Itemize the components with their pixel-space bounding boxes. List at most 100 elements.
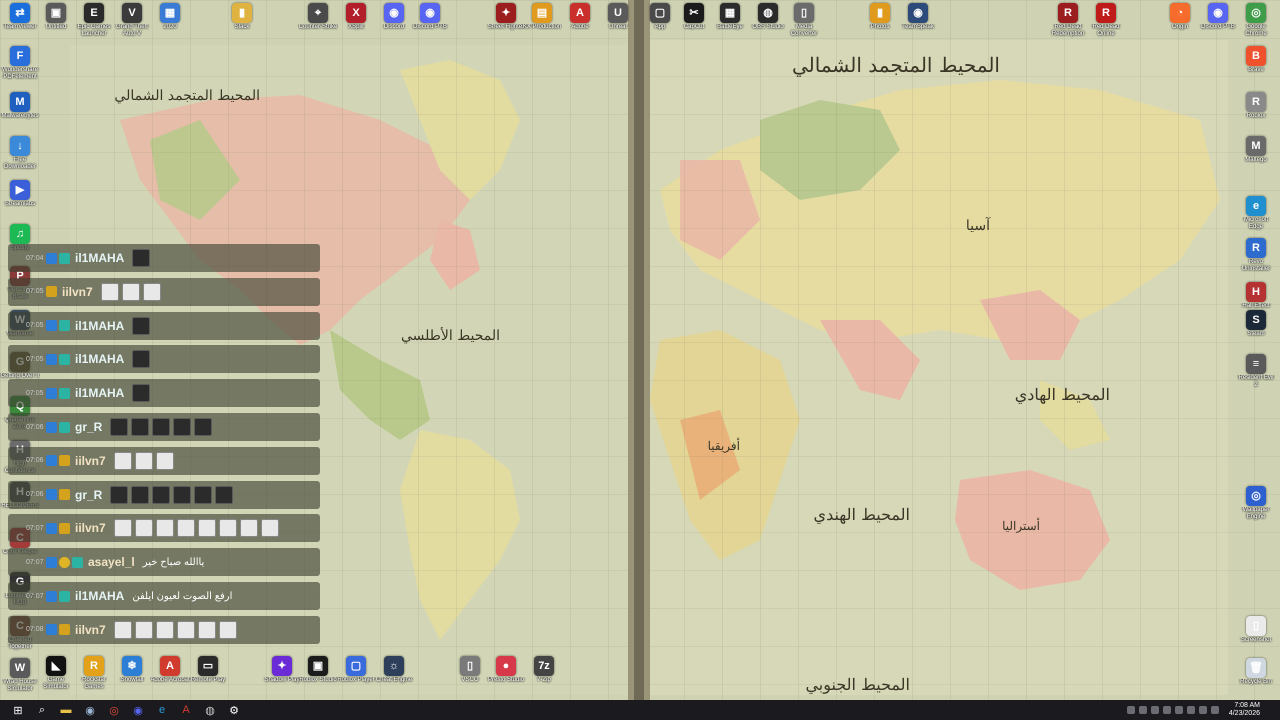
adobe-taskbar-icon[interactable]: A xyxy=(177,703,195,717)
desktop-icon[interactable]: ▯ Media Converter xyxy=(784,3,824,38)
desktop-icon[interactable]: ◉ Discord xyxy=(374,3,414,31)
desktop-icon[interactable]: ▯ Screenshot xyxy=(1236,616,1276,644)
desktop-icon[interactable]: R Red Dead Online xyxy=(1086,3,1126,38)
desktop-icon[interactable]: ❄ Snowfall xyxy=(112,656,152,684)
chat-username[interactable]: iilvn7 xyxy=(75,521,106,535)
volume-icon[interactable] xyxy=(1210,706,1219,714)
desktop-icon[interactable]: R Roblox xyxy=(1236,92,1276,120)
desktop-icon[interactable]: ▣ Untitled xyxy=(36,3,76,31)
chat-badge-icon xyxy=(46,489,57,501)
desktop-icon[interactable]: ✦ Street Fighter xyxy=(486,3,526,31)
desktop-icon[interactable]: ↓ Free Downloader xyxy=(0,136,40,171)
desktop-icon[interactable]: ◉ TeamSpeak xyxy=(898,3,938,31)
obs-taskbar-icon[interactable]: ◍ xyxy=(201,703,219,717)
desktop-icon[interactable]: M Malwarebytes xyxy=(0,92,40,120)
desktop-icon[interactable]: ▯ VSCO xyxy=(450,656,490,684)
search-icon[interactable]: ⌕ xyxy=(33,703,51,717)
chat-username[interactable]: il1MAHA xyxy=(75,319,124,333)
desktop-icon[interactable]: M Maltego xyxy=(1236,136,1276,164)
map-title-atlantic: المحيط الأطلسي xyxy=(401,326,500,344)
steam-taskbar-icon[interactable]: ◉ xyxy=(81,703,99,717)
start-button[interactable]: ⊞ xyxy=(9,703,27,717)
chat-username[interactable]: il1MAHA xyxy=(75,589,124,603)
desktop-icon[interactable]: U Unreal xyxy=(598,3,638,31)
chat-username[interactable]: iilvn7 xyxy=(75,623,106,637)
edge-taskbar-icon[interactable]: e xyxy=(153,703,171,717)
desktop-icon[interactable]: ◍ OBS Studio xyxy=(748,3,788,31)
taskbar-apps: ⊞ ⌕ ▬ ◉ ◎ ◉ e A ◍ ⚙ xyxy=(6,703,246,717)
chat-timestamp: 07:06 xyxy=(26,423,44,431)
desktop-icon[interactable]: ✂ CapCut xyxy=(674,3,714,31)
desktop-icon[interactable]: ◎ Wallpaper Engine xyxy=(1236,486,1276,521)
desktop-icon[interactable]: S Steam xyxy=(1236,310,1276,338)
chat-username[interactable]: il1MAHA xyxy=(75,352,124,366)
desktop-icon[interactable]: ◔ Origin xyxy=(1160,3,1200,31)
shield-icon[interactable] xyxy=(1138,706,1147,714)
chat-emote-icon xyxy=(155,451,174,470)
chat-username[interactable]: il1MAHA xyxy=(75,386,124,400)
desktop-icon[interactable]: 7z 7-Zip xyxy=(524,656,564,684)
desktop-icon[interactable]: A Adobe xyxy=(560,3,600,31)
desktop-icon[interactable]: ⌖ Counter-Strike xyxy=(298,3,338,31)
desktop-icon[interactable]: ▶ Streamlabs xyxy=(0,180,40,208)
network-icon[interactable] xyxy=(1126,706,1135,714)
desktop-icon[interactable]: R Revo Uninstaller xyxy=(1236,238,1276,273)
app-icon: R xyxy=(1058,3,1078,23)
discord-taskbar-icon[interactable]: ◉ xyxy=(129,703,147,717)
chat-username[interactable]: il1MAHA xyxy=(75,251,124,265)
desktop-icon[interactable]: ▮ Photos xyxy=(860,3,900,31)
desktop-icon[interactable]: ⇄ TeamViewer xyxy=(0,3,40,31)
desktop-icon[interactable]: ▦ BattleEye xyxy=(710,3,750,31)
chat-username[interactable]: gr_R xyxy=(75,488,102,502)
desktop-icon[interactable]: A Adobe Acrobat xyxy=(150,656,190,684)
desktop-icon[interactable]: ◎ Google Chrome xyxy=(1236,3,1276,38)
desktop-icon[interactable]: ✦ Shadow Play xyxy=(262,656,302,684)
desktop-icon[interactable]: V Grand Theft Auto V xyxy=(112,3,152,38)
desktop-icon[interactable]: ● Presto Studio xyxy=(486,656,526,684)
app-icon: M xyxy=(1246,136,1266,156)
chat-username[interactable]: iilvn7 xyxy=(75,454,106,468)
desktop-icon[interactable]: X XSplit xyxy=(336,3,376,31)
desktop-icon[interactable]: W Wrap House Simulator xyxy=(0,658,40,693)
desktop-icon[interactable]: R Rockstar Games xyxy=(74,656,114,691)
settings-taskbar-icon[interactable]: ⚙ xyxy=(225,703,243,717)
desktop-icon-label: Epic Games Launcher xyxy=(77,24,111,37)
chat-message: 07:05 il1MAHA xyxy=(8,345,320,374)
desktop-icon[interactable]: ◣ Game Simulator xyxy=(36,656,76,691)
desktop-icon[interactable]: ◉ Discord PTB xyxy=(410,3,450,31)
desktop-icon[interactable]: ▤ KX Production xyxy=(522,3,562,31)
desktop-icon-label: Google Chrome xyxy=(1245,24,1267,37)
chrome-taskbar-icon[interactable]: ◎ xyxy=(105,703,123,717)
desktop-icon[interactable]: ≡ Resident Evil 2 xyxy=(1236,354,1276,389)
desktop-icon[interactable]: ▮ Slack xyxy=(222,3,262,31)
chat-username[interactable]: iilvn7 xyxy=(62,285,93,299)
desktop-icon-label: OBS Studio xyxy=(752,24,784,30)
desktop-icon[interactable]: ▦ 2020 xyxy=(150,3,190,31)
file-explorer-icon[interactable]: ▬ xyxy=(57,703,75,717)
desktop-icon[interactable]: E Epic Games Launcher xyxy=(74,3,114,38)
wifi-icon[interactable] xyxy=(1186,706,1195,714)
cloud-icon[interactable] xyxy=(1150,706,1159,714)
chat-emote-icon xyxy=(218,519,237,538)
desktop-icon[interactable]: ◉ Discord PTB xyxy=(1198,3,1238,31)
printer-icon[interactable] xyxy=(1174,706,1183,714)
desktop-icon[interactable]: B Brave xyxy=(1236,46,1276,74)
desktop-icon[interactable]: ☼ Cheat Engine xyxy=(374,656,414,684)
desktop-icon-label: Grand Theft Auto V xyxy=(116,24,148,37)
desktop-icon[interactable]: H Hall Effect xyxy=(1236,282,1276,310)
chat-username[interactable]: asayel_l xyxy=(88,555,135,569)
desktop-icon[interactable]: F Wondershare PDFelement xyxy=(0,46,40,81)
battery-icon[interactable] xyxy=(1198,706,1207,714)
bluetooth-icon[interactable] xyxy=(1162,706,1171,714)
chat-username[interactable]: gr_R xyxy=(75,420,102,434)
desktop-icon-label: Red Dead Redemption xyxy=(1051,24,1085,37)
desktop-icon[interactable]: e Microsoft Edge xyxy=(1236,196,1276,231)
desktop-icon[interactable]: 🗑 Recycle Bin xyxy=(1236,658,1276,686)
desktop-icon[interactable]: ▢ Roblox Player xyxy=(336,656,376,684)
taskbar-clock[interactable]: 7:08 AM 4/23/2026 xyxy=(1229,702,1260,718)
desktop-icon[interactable]: R Red Dead Redemption xyxy=(1048,3,1088,38)
map-title-north-left: المحيط المتجمد الشمالي xyxy=(114,88,260,104)
desktop-icon[interactable]: ▣ Roblox Studio xyxy=(298,656,338,684)
desktop-icon[interactable]: ▭ Remote Play xyxy=(188,656,228,684)
app-icon: ◍ xyxy=(758,3,778,23)
